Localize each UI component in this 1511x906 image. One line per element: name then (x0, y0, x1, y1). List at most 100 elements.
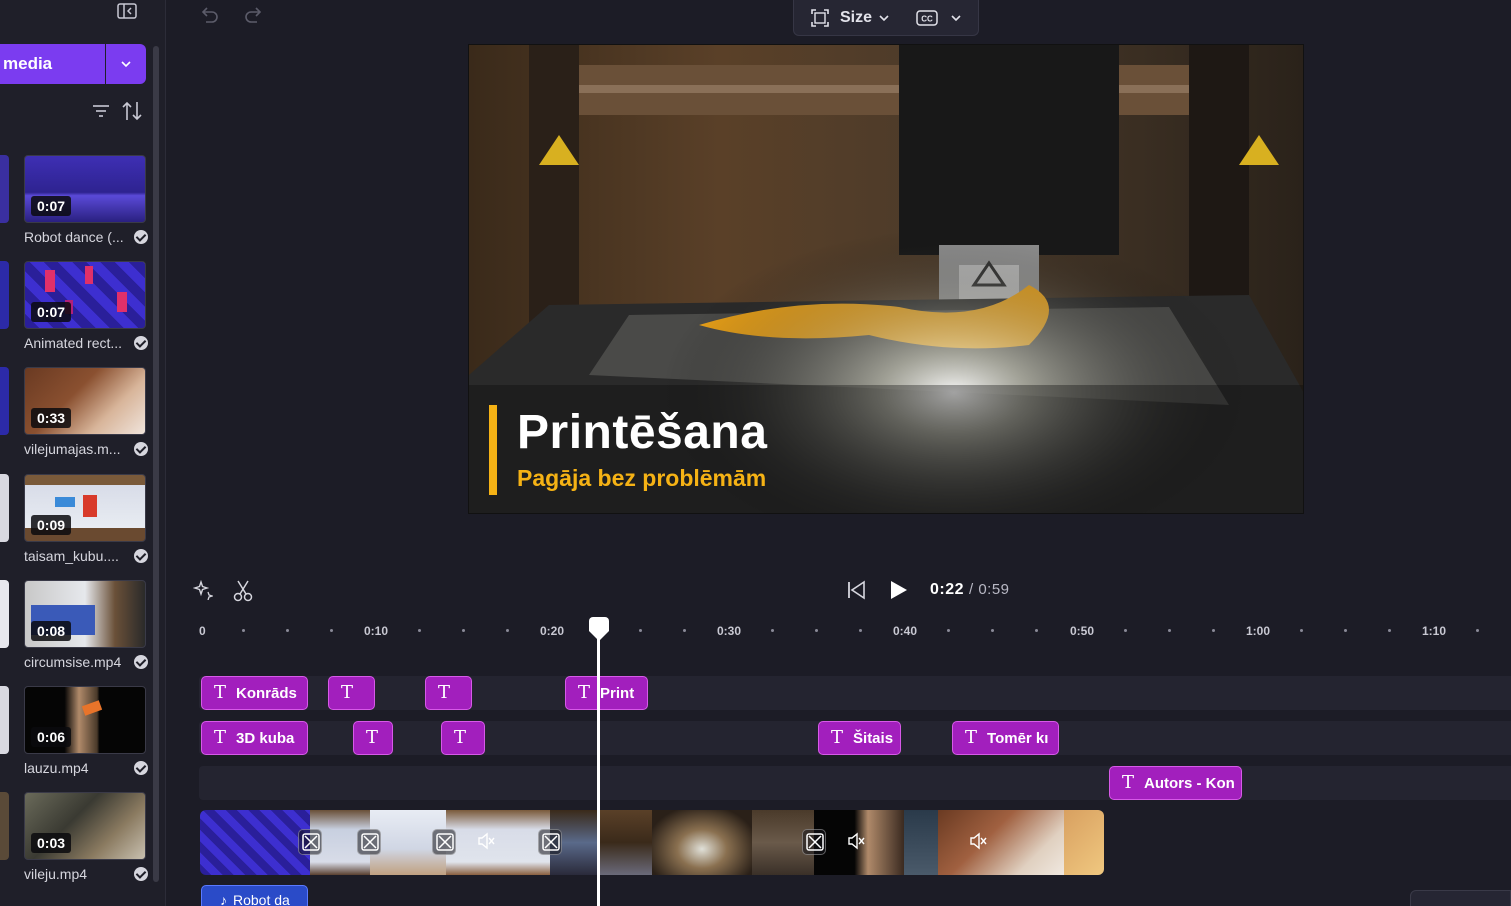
title-accent-bar (489, 405, 497, 495)
text-t-icon: T (578, 682, 591, 703)
media-name: taisam_kubu.... (24, 548, 119, 564)
text-clip[interactable]: T 3D kuba (201, 721, 308, 755)
video-preview[interactable]: Printēšana Pagāja bez problēmām (468, 44, 1304, 514)
text-clip[interactable]: T (425, 676, 472, 710)
media-name: vileju.mp4 (24, 866, 88, 882)
text-clip[interactable]: T (353, 721, 393, 755)
undo-icon[interactable] (198, 4, 220, 24)
audio-clip[interactable]: ♪ Robot da (201, 885, 308, 906)
video-clip[interactable] (1064, 810, 1104, 875)
duration-badge: 0:03 (31, 833, 72, 853)
text-t-icon: T (214, 682, 227, 703)
filter-icon[interactable] (92, 102, 110, 120)
text-clip[interactable]: T Tomēr kı (952, 721, 1059, 755)
play-icon[interactable] (887, 579, 909, 601)
media-dropdown-button[interactable] (106, 44, 146, 84)
text-t-icon: T (831, 727, 844, 748)
magic-wand-icon[interactable] (192, 579, 215, 601)
text-clip[interactable]: T (328, 676, 375, 710)
video-clip[interactable] (200, 810, 310, 875)
ruler-label: 1:00 (1246, 624, 1271, 638)
media-name: Robot dance (... (24, 229, 124, 245)
partial-thumbnail (0, 367, 9, 435)
ruler-label: 0:40 (893, 624, 918, 638)
audio-clip-label: Robot da (233, 892, 290, 906)
media-item[interactable]: 0:03 vileju.mp4 (24, 792, 148, 882)
partial-thumbnail (0, 261, 9, 329)
timecode: 0:22 / 0:59 (930, 581, 1010, 599)
video-clip[interactable] (598, 810, 652, 875)
text-t-icon: T (214, 727, 227, 748)
media-name: lauzu.mp4 (24, 760, 89, 776)
zoom-controls[interactable] (1410, 890, 1511, 906)
scissors-icon[interactable] (233, 580, 253, 602)
check-icon (134, 761, 148, 775)
duration-badge: 0:07 (31, 302, 72, 322)
playhead-line[interactable] (597, 628, 600, 906)
text-clip-label: Tomēr kı (987, 730, 1049, 747)
title-overlay[interactable]: Printēšana (517, 405, 767, 460)
text-clip-label: Šitais (853, 730, 894, 747)
text-track-3 (199, 766, 1511, 800)
chevron-down-icon (121, 61, 131, 68)
partial-thumbnail (0, 155, 9, 223)
ruler-label: 0:50 (1070, 624, 1095, 638)
transition-icon[interactable] (432, 829, 456, 855)
duration-badge: 0:09 (31, 515, 72, 535)
duration-badge: 0:07 (31, 196, 72, 216)
text-clip[interactable]: T Print (565, 676, 648, 710)
video-clip[interactable] (938, 810, 1064, 875)
media-thumbnail: 0:06 (24, 686, 146, 754)
redo-icon[interactable] (243, 4, 265, 24)
captions-button[interactable]: CC (916, 9, 962, 26)
media-thumbnail: 0:07 (24, 155, 146, 223)
media-thumbnail: 0:09 (24, 474, 146, 542)
partial-thumbnail (0, 474, 9, 542)
video-clip[interactable] (652, 810, 752, 875)
text-clip[interactable]: T Autors - Kon (1109, 766, 1242, 800)
text-t-icon: T (341, 682, 354, 703)
media-item[interactable]: 0:07 Animated rect... (24, 261, 148, 351)
your-media-button[interactable]: media (0, 44, 105, 84)
ruler-label: 1:10 (1422, 624, 1447, 638)
check-icon (134, 230, 148, 244)
media-item[interactable]: 0:09 taisam_kubu.... (24, 474, 148, 564)
text-clip[interactable]: T Konrāds (201, 676, 308, 710)
duration-badge: 0:06 (31, 727, 72, 747)
media-item[interactable]: 0:06 lauzu.mp4 (24, 686, 148, 776)
video-clip[interactable] (446, 810, 550, 875)
text-clip-label: 3D kuba (236, 730, 295, 747)
text-clip-label: Autors - Kon (1144, 775, 1235, 792)
partial-thumbnail (0, 580, 9, 648)
playhead-handle[interactable] (587, 617, 611, 643)
sort-icon[interactable] (120, 100, 144, 122)
size-button[interactable]: Size (840, 9, 890, 27)
text-t-icon: T (1122, 772, 1135, 793)
preview-toolbar: Size CC (793, 0, 979, 36)
media-panel: media 0:07 Robot dance (... 0:07 Animate… (0, 0, 166, 906)
subtitle-overlay[interactable]: Pagāja bez problēmām (517, 465, 766, 492)
media-item[interactable]: 0:33 vilejumajas.m... (24, 367, 148, 457)
ruler-label: 0 (199, 624, 206, 638)
media-thumbnail: 0:08 (24, 580, 146, 648)
video-clip[interactable] (904, 810, 938, 875)
media-item[interactable]: 0:07 Robot dance (... (24, 155, 148, 245)
mute-icon[interactable] (966, 829, 990, 855)
text-t-icon: T (965, 727, 978, 748)
mute-icon[interactable] (844, 829, 868, 855)
text-clip[interactable]: T Šitais (818, 721, 901, 755)
transition-icon[interactable] (538, 829, 562, 855)
media-scrollbar[interactable] (153, 46, 159, 882)
collapse-panel-icon[interactable] (116, 2, 138, 22)
transition-icon[interactable] (298, 829, 322, 855)
text-clip[interactable]: T (441, 721, 485, 755)
check-icon (134, 442, 148, 456)
music-note-icon: ♪ (220, 892, 227, 906)
mute-icon[interactable] (474, 829, 498, 855)
media-item[interactable]: 0:08 circumsise.mp4 (24, 580, 148, 670)
duration-badge: 0:08 (31, 621, 72, 641)
skip-to-start-icon[interactable] (846, 580, 866, 600)
transition-icon[interactable] (802, 829, 826, 855)
text-track-1 (199, 676, 1511, 710)
transition-icon[interactable] (357, 829, 381, 855)
